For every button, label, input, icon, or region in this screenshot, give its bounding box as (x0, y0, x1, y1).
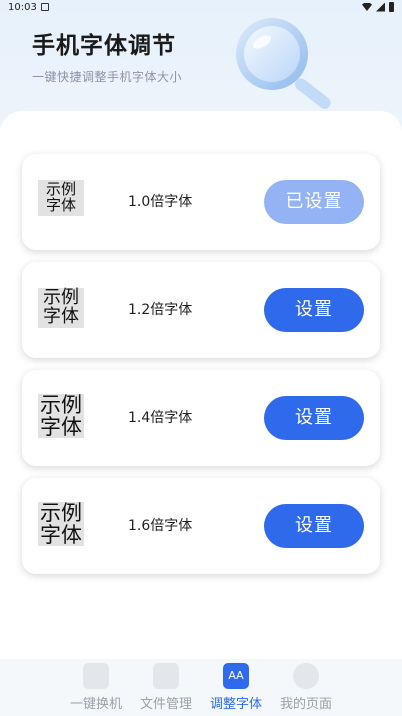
signal-icon (376, 2, 385, 12)
nav-item-my-page[interactable]: 我的页面 (271, 663, 341, 712)
nav-item-adjust-font[interactable]: AA 调整字体 (201, 663, 271, 712)
font-size-label: 1.0倍字体 (128, 194, 193, 210)
folder-icon (153, 663, 179, 689)
set-button[interactable]: 设置 (264, 288, 364, 332)
font-size-label: 1.4倍字体 (128, 410, 193, 426)
sample-text-line1: 示例 (40, 393, 82, 417)
status-time: 10:03 (8, 2, 37, 13)
font-option-card: 示例 字体 1.0倍字体 已设置 (22, 154, 380, 250)
sample-text-line2: 字体 (40, 523, 82, 548)
nav-label: 文件管理 (139, 697, 192, 712)
set-button[interactable]: 设置 (264, 504, 364, 548)
status-icons (362, 2, 394, 12)
font-option-card: 示例 字体 1.2倍字体 设置 (22, 262, 380, 358)
font-options-panel: 示例 字体 1.0倍字体 已设置 示例 字体 1.2倍字体 设置 示例 字体 1… (0, 111, 402, 659)
sample-text-line1: 示例 (40, 501, 82, 525)
battery-icon (389, 2, 394, 12)
font-sample-preview: 示例 字体 (38, 394, 84, 438)
font-size-icon: AA (223, 663, 249, 689)
notification-icon (41, 3, 49, 11)
nav-label: 我的页面 (279, 697, 332, 712)
font-size-label: 1.2倍字体 (128, 302, 193, 318)
set-button[interactable]: 设置 (264, 396, 364, 440)
nav-item-file-manager[interactable]: 文件管理 (131, 663, 201, 712)
font-option-card: 示例 字体 1.6倍字体 设置 (22, 478, 380, 574)
magnifier-illustration-icon (236, 18, 331, 109)
sample-text-line2: 字体 (43, 305, 79, 327)
font-size-label: 1.6倍字体 (128, 518, 193, 534)
font-sample-preview: 示例 字体 (38, 180, 84, 216)
user-icon (293, 663, 319, 689)
set-button[interactable]: 已设置 (264, 180, 364, 224)
page-title: 手机字体调节 (32, 33, 176, 59)
phone-switch-icon (83, 663, 109, 689)
sample-text-line2: 字体 (45, 195, 76, 214)
font-option-card: 示例 字体 1.4倍字体 设置 (22, 370, 380, 466)
nav-label: 一键换机 (69, 697, 122, 712)
font-sample-preview: 示例 字体 (38, 502, 84, 546)
nav-label: 调整字体 (209, 697, 262, 712)
sample-text-line2: 字体 (40, 415, 82, 440)
wifi-icon (362, 3, 372, 11)
bottom-navigation: 一键换机 文件管理 AA 调整字体 我的页面 (0, 659, 402, 716)
page-subtitle: 一键快捷调整手机字体大小 (32, 70, 183, 84)
nav-item-phone-switch[interactable]: 一键换机 (61, 663, 131, 712)
font-sample-preview: 示例 字体 (38, 288, 84, 328)
